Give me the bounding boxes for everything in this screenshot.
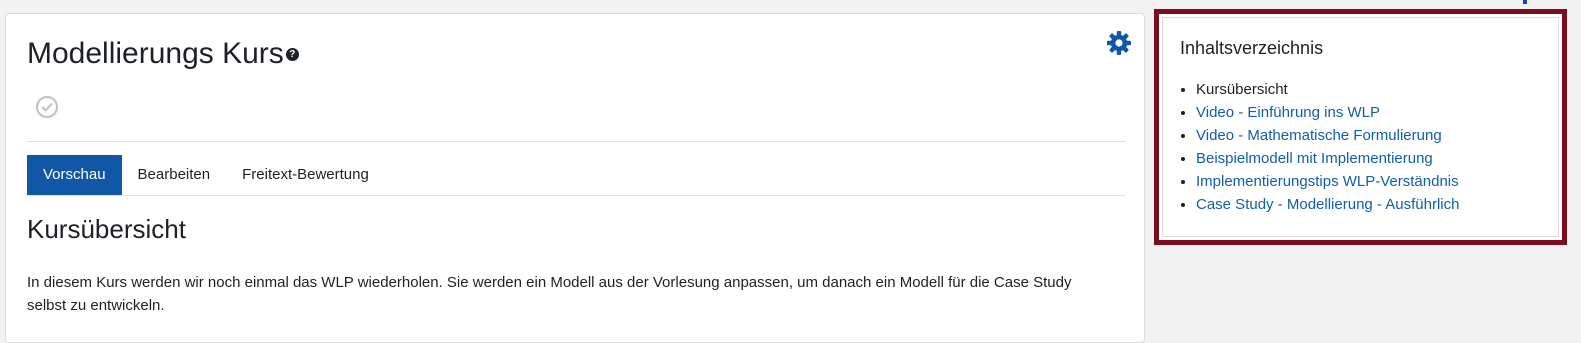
toc-link-case-study[interactable]: Case Study - Modellierung - Ausführlich xyxy=(1196,196,1459,213)
main-content-card: Modellierungs Kurs? Vorschau Bearbeiten … xyxy=(5,13,1145,343)
toc-item: Video - Mathematische Formulierung xyxy=(1196,124,1459,147)
toc-item: Video - Einführung ins WLP xyxy=(1196,101,1459,124)
toc-item: Case Study - Modellierung - Ausführlich xyxy=(1196,193,1459,216)
gear-icon[interactable] xyxy=(1106,30,1132,56)
toc-item-current: Kursübersicht xyxy=(1196,81,1288,98)
toc-link-implementierungstips[interactable]: Implementierungstips WLP-Verständnis xyxy=(1196,173,1459,190)
toc-card: Inhaltsverzeichnis Kursübersicht Video -… xyxy=(1162,17,1559,237)
divider-top xyxy=(27,141,1126,142)
tab-freitext-bewertung[interactable]: Freitext-Bewertung xyxy=(226,155,385,195)
page-title-text: Modellierungs Kurs xyxy=(27,37,284,70)
toc-item: Kursübersicht xyxy=(1196,78,1459,101)
corner-mark xyxy=(1523,0,1527,4)
tab-bar: Vorschau Bearbeiten Freitext-Bewertung xyxy=(27,155,385,195)
tab-vorschau[interactable]: Vorschau xyxy=(27,155,122,195)
toc-link-video-mathematische-formulierung[interactable]: Video - Mathematische Formulierung xyxy=(1196,127,1442,144)
page-title: Modellierungs Kurs? xyxy=(27,36,299,72)
toc-link-beispielmodell[interactable]: Beispielmodell mit Implementierung xyxy=(1196,150,1433,167)
toc-block: Inhaltsverzeichnis Kursübersicht Video -… xyxy=(1154,9,1567,245)
intro-text: In diesem Kurs werden wir noch einmal da… xyxy=(27,274,1072,314)
toc-list: Kursübersicht Video - Einführung ins WLP… xyxy=(1180,78,1459,216)
check-circle-icon[interactable] xyxy=(35,95,59,119)
divider-tabs xyxy=(27,195,1126,196)
section-title: Kursübersicht xyxy=(27,214,186,244)
tab-bearbeiten[interactable]: Bearbeiten xyxy=(122,155,227,195)
toc-link-video-einfuehrung[interactable]: Video - Einführung ins WLP xyxy=(1196,104,1380,121)
toc-item: Beispielmodell mit Implementierung xyxy=(1196,147,1459,170)
toc-title: Inhaltsverzeichnis xyxy=(1180,38,1324,58)
help-icon[interactable]: ? xyxy=(285,48,299,61)
toc-item: Implementierungstips WLP-Verständnis xyxy=(1196,170,1459,193)
